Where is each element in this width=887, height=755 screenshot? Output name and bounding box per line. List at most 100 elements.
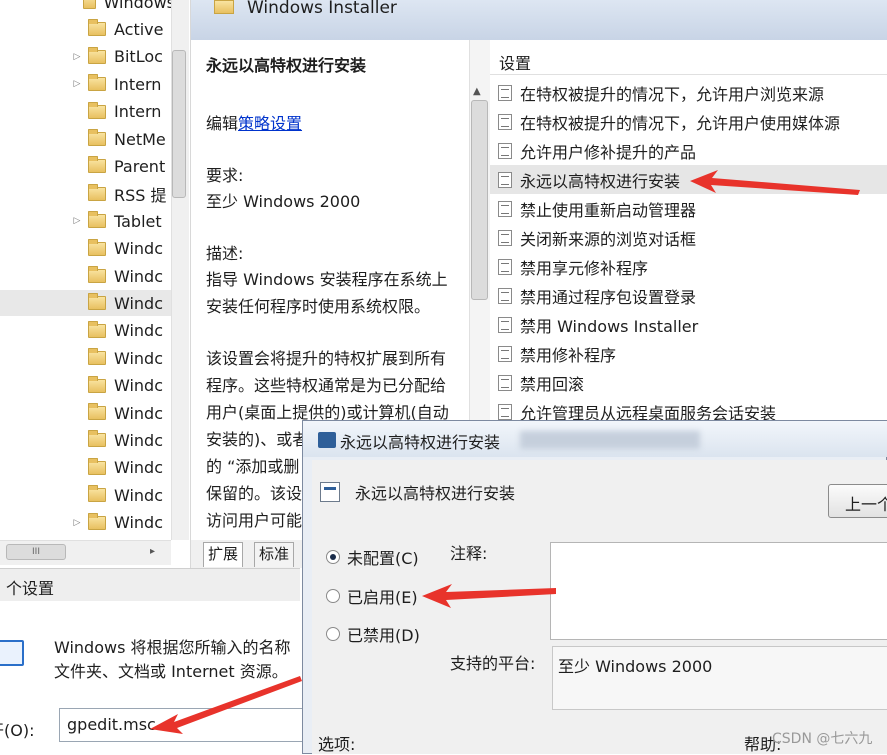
tree-item[interactable]: Windc (0, 455, 175, 481)
tree-item-label: Windc (114, 239, 164, 259)
tree-item[interactable]: Active (0, 16, 175, 42)
policy-setting-icon (498, 374, 512, 391)
setting-row[interactable]: 禁用修补程序 (490, 339, 887, 368)
expand-arrow-icon[interactable]: ▷ (70, 216, 84, 226)
policy-setting-icon (498, 229, 512, 246)
run-command-input[interactable]: gpedit.msc (59, 708, 309, 742)
policy-setting-icon (498, 171, 512, 188)
tree-item[interactable]: Windc (0, 236, 175, 262)
tree-item-label: RSS 提 (114, 185, 167, 205)
policy-setting-icon (498, 287, 512, 304)
tree-item-label: Windc (114, 376, 164, 396)
radio-not-configured-label[interactable]: 未配置(C) (347, 545, 419, 569)
setting-row[interactable]: 在特权被提升的情况下，允许用户浏览来源 (490, 78, 887, 107)
platform-label: 支持的平台: (450, 654, 536, 673)
folder-icon (88, 183, 106, 201)
settings-column-header[interactable]: 设置 (490, 48, 887, 75)
description-line: 指导 Windows 安装程序在系统上 (206, 270, 448, 289)
tree-item[interactable]: Windows (0, 0, 175, 15)
platform-value: 至少 Windows 2000 (558, 657, 713, 676)
policy-setting-icon (498, 142, 512, 159)
setting-row-label: 永远以高特权进行安装 (520, 171, 681, 191)
setting-name: 永远以高特权进行安装 (355, 484, 516, 503)
scroll-up-icon[interactable]: ▲ (473, 86, 481, 97)
setting-row[interactable]: 关闭新来源的浏览对话框 (490, 223, 887, 252)
tree-item[interactable]: Windc (0, 290, 175, 317)
tab-extended[interactable]: 扩展 (203, 542, 244, 567)
tree-item-label: Windc (114, 348, 164, 368)
radio-disabled-label[interactable]: 已禁用(D) (347, 622, 420, 646)
folder-icon (88, 74, 106, 92)
tree-item-label: NetMe (114, 129, 166, 149)
tree-item[interactable]: ▷ BitLoc (0, 44, 175, 70)
folder-icon (83, 0, 96, 9)
dialog-title: 永远以高特权进行安装 (340, 433, 501, 452)
run-description-line: 文件夹、文档或 Internet 资源。 (54, 662, 288, 681)
tree-item[interactable]: Windc (0, 400, 175, 426)
folder-icon (214, 0, 234, 14)
tree-item-label: Intern (114, 102, 162, 122)
tree-item[interactable]: Windc (0, 482, 175, 508)
setting-row[interactable]: 在特权被提升的情况下，允许用户使用媒体源 (490, 107, 887, 136)
expand-arrow-icon[interactable]: ▷ (70, 79, 84, 89)
tree-hscroll-thumb[interactable]: III (6, 544, 66, 560)
setting-icon (320, 482, 340, 502)
tree-item[interactable]: Parent (0, 153, 175, 179)
tree-item-label: Tablet (114, 211, 162, 231)
requirements-value: 至少 Windows 2000 (206, 192, 361, 211)
blurred-region (520, 431, 700, 449)
tree-item[interactable]: NetMe (0, 126, 175, 152)
body-line: 安装的)、或者 (206, 430, 309, 449)
tree-item[interactable]: ▷ Intern (0, 71, 175, 97)
description-line: 安装任何程序时使用系统权限。 (206, 297, 431, 316)
run-icon (0, 640, 24, 666)
run-description-line: Windows 将根据您所输入的名称 (54, 638, 291, 657)
previous-setting-button[interactable]: 上一个 (828, 484, 887, 518)
policy-settings-link[interactable]: 策略设置 (238, 114, 302, 133)
setting-row-label: 禁止使用重新启动管理器 (520, 200, 697, 220)
tree-item-label: BitLoc (114, 47, 163, 67)
setting-row[interactable]: 禁用回滚 (490, 368, 887, 397)
expand-arrow-icon[interactable]: ▷ (70, 52, 84, 62)
radio-enabled[interactable] (326, 589, 340, 603)
setting-row-label: 允许用户修补提升的产品 (520, 142, 697, 162)
setting-row[interactable]: 禁用 Windows Installer (490, 310, 887, 339)
tab-standard[interactable]: 标准 (254, 542, 295, 567)
tree-item[interactable]: Windc (0, 373, 175, 399)
body-line: 访问用户可能 (206, 511, 303, 530)
tree-item-label: Windc (114, 293, 164, 313)
description-scroll-thumb[interactable] (471, 100, 488, 300)
tree-item[interactable]: Windc (0, 427, 175, 453)
tree-scroll-thumb[interactable] (172, 50, 186, 198)
radio-enabled-label[interactable]: 已启用(E) (347, 584, 418, 608)
scroll-right-icon[interactable]: ▸ (150, 546, 155, 557)
settings-header-label: 设置 (499, 54, 532, 73)
tree-item[interactable]: ▷ Windc (0, 510, 175, 536)
folder-icon (88, 457, 106, 475)
open-label: 开(O): (0, 721, 35, 740)
setting-row[interactable]: 禁用通过程序包设置登录 (490, 281, 887, 310)
expand-arrow-icon[interactable]: ▷ (70, 518, 84, 528)
policy-title: 永远以高特权进行安装 (206, 56, 367, 75)
setting-row[interactable]: 禁止使用重新启动管理器 (490, 194, 887, 223)
policy-setting-icon (498, 258, 512, 275)
setting-row-label: 禁用 Windows Installer (520, 316, 699, 336)
tree-item[interactable]: Windc (0, 318, 175, 344)
tree-item[interactable]: ▷ Tablet (0, 208, 175, 234)
radio-disabled[interactable] (326, 627, 340, 641)
tree-item[interactable]: RSS 提 (0, 181, 175, 207)
tree-item[interactable]: Windc (0, 263, 175, 289)
tree-item[interactable]: Windc (0, 345, 175, 371)
folder-icon (88, 238, 106, 256)
setting-row[interactable]: 永远以高特权进行安装 (490, 165, 887, 194)
setting-row[interactable]: 禁用享元修补程序 (490, 252, 887, 281)
setting-row[interactable]: 允许用户修补提升的产品 (490, 136, 887, 165)
radio-not-configured[interactable] (326, 550, 340, 564)
setting-row-label: 在特权被提升的情况下，允许用户使用媒体源 (520, 113, 841, 133)
tree-item[interactable]: Intern (0, 99, 175, 125)
folder-icon (88, 403, 106, 420)
comment-textarea[interactable] (550, 542, 887, 640)
setting-row-label: 关闭新来源的浏览对话框 (520, 229, 697, 249)
body-line: 保留的。该设 (206, 484, 303, 503)
policy-tree: Windows Active ▷ BitLoc ▷ Intern Intern NetMe Pa… (0, 0, 191, 568)
